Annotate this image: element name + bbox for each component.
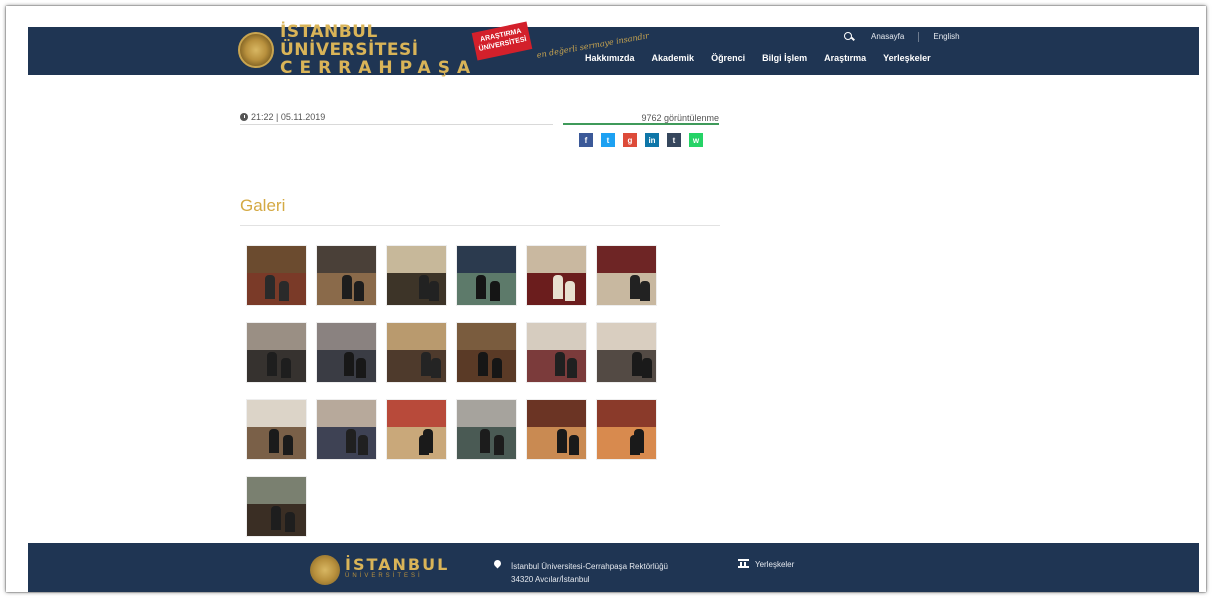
google-plus-icon[interactable]: g	[623, 133, 637, 147]
top-utility-bar: Anasayfa English	[843, 30, 964, 43]
home-link[interactable]: Anasayfa	[867, 30, 908, 43]
gallery-photo[interactable]	[456, 245, 517, 306]
gallery-photo[interactable]	[246, 245, 307, 306]
whatsapp-icon[interactable]: w	[689, 133, 703, 147]
logo-title: İSTANBUL ÜNİVERSİTESİ	[280, 22, 419, 60]
footer-address: İstanbul Üniversitesi-Cerrahpaşa Rektörl…	[511, 560, 668, 586]
gallery-photo[interactable]	[456, 399, 517, 460]
nav-item-research[interactable]: Araştırma	[824, 53, 866, 63]
linkedin-icon[interactable]: in	[645, 133, 659, 147]
footer-seal-icon	[310, 555, 340, 585]
english-link[interactable]: English	[929, 30, 963, 43]
article-meta: 21:22 | 05.11.2019	[240, 112, 553, 125]
gallery-photo[interactable]	[316, 322, 377, 383]
browser-frame: İSTANBUL ÜNİVERSİTESİ CERRAHPAŞA ARAŞTIR…	[6, 6, 1206, 592]
divider	[918, 31, 920, 42]
view-count: 9762 görüntülenme	[563, 113, 719, 125]
gallery-photo[interactable]	[386, 245, 447, 306]
twitter-icon[interactable]: t	[601, 133, 615, 147]
logo-subtitle: CERRAHPAŞA	[280, 58, 478, 78]
facebook-icon[interactable]: f	[579, 133, 593, 147]
gallery-photo[interactable]	[386, 322, 447, 383]
gallery-photo[interactable]	[596, 322, 657, 383]
building-icon	[738, 559, 749, 568]
gallery-photo[interactable]	[246, 476, 307, 537]
footer-brand-subtitle: ÜNİVERSİTESİ	[345, 573, 423, 579]
footer-address-line2: 34320 Avcılar/İstanbul	[511, 575, 590, 584]
article-date: 21:22 | 05.11.2019	[251, 112, 326, 122]
gallery-photo[interactable]	[596, 245, 657, 306]
main-nav: Hakkımızda Akademik Öğrenci Bilgi İşlem …	[585, 53, 931, 63]
location-pin-icon	[492, 558, 503, 569]
nav-item-it[interactable]: Bilgi İşlem	[762, 53, 807, 63]
gallery-photo[interactable]	[386, 399, 447, 460]
gallery-photo[interactable]	[316, 245, 377, 306]
university-logo[interactable]: İSTANBUL ÜNİVERSİTESİ CERRAHPAŞA	[238, 23, 488, 77]
gallery-photo[interactable]	[456, 322, 517, 383]
gallery-photo[interactable]	[526, 399, 587, 460]
footer-campuses-link[interactable]: Yerleşkeler	[755, 560, 794, 569]
gallery-title: Galeri	[240, 196, 286, 215]
share-buttons: f t g in t w	[579, 133, 703, 147]
gallery-divider	[240, 225, 720, 226]
search-icon[interactable]	[843, 31, 857, 43]
gallery-photo[interactable]	[316, 399, 377, 460]
nav-item-academic[interactable]: Akademik	[652, 53, 695, 63]
gallery-photo[interactable]	[246, 322, 307, 383]
clock-icon	[240, 113, 248, 121]
nav-item-about[interactable]: Hakkımızda	[585, 53, 635, 63]
gallery-photo[interactable]	[526, 322, 587, 383]
footer-address-line1: İstanbul Üniversitesi-Cerrahpaşa Rektörl…	[511, 562, 668, 571]
site-footer: İSTANBUL ÜNİVERSİTESİ İstanbul Üniversit…	[28, 543, 1199, 592]
footer-brand[interactable]: İSTANBUL	[345, 555, 449, 574]
university-seal-icon	[238, 32, 274, 68]
gallery-photo[interactable]	[246, 399, 307, 460]
gallery-photo[interactable]	[526, 245, 587, 306]
nav-item-student[interactable]: Öğrenci	[711, 53, 745, 63]
site-header: İSTANBUL ÜNİVERSİTESİ CERRAHPAŞA ARAŞTIR…	[28, 21, 1199, 77]
tumblr-icon[interactable]: t	[667, 133, 681, 147]
gallery-photo[interactable]	[596, 399, 657, 460]
nav-item-campuses[interactable]: Yerleşkeler	[883, 53, 931, 63]
